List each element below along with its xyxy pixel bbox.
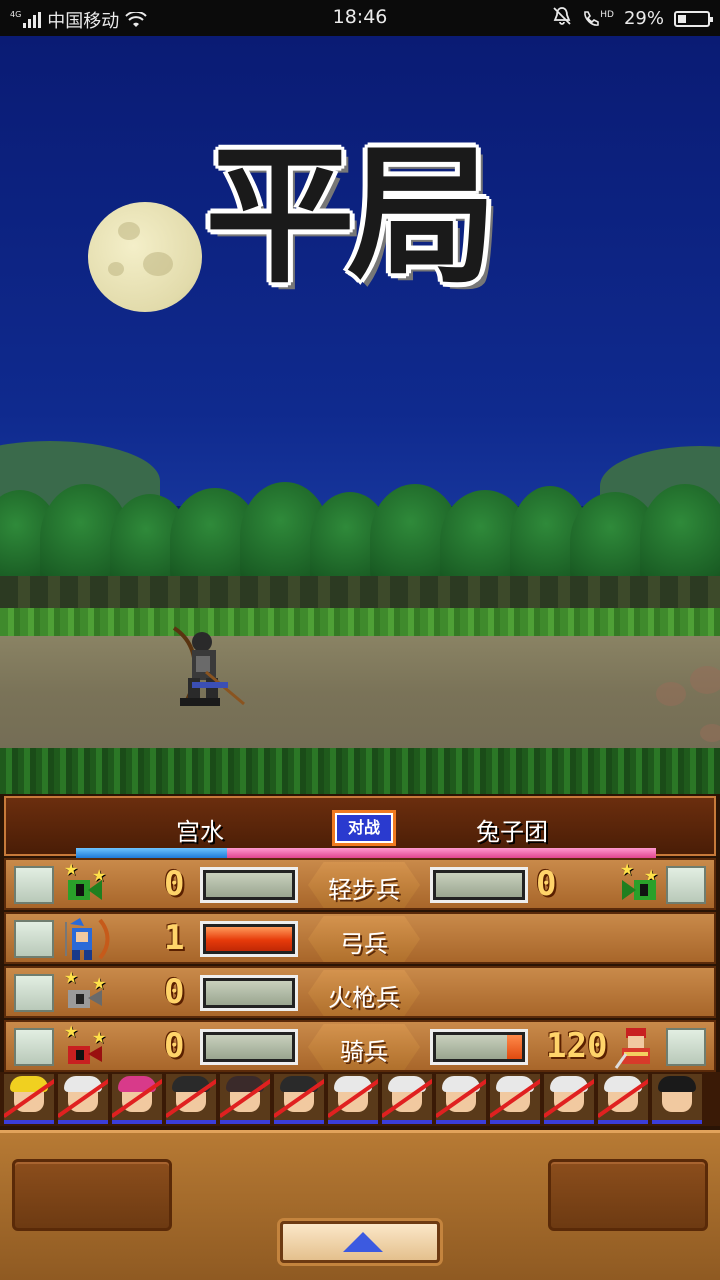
team-right-name: 兔子团 xyxy=(476,818,548,846)
unit-portrait[interactable] xyxy=(58,1074,108,1124)
gauge-fill xyxy=(206,927,292,951)
light-infantry-icon: ★ ★ xyxy=(62,860,110,908)
expand-up-button[interactable] xyxy=(280,1221,440,1263)
unit-slot-left[interactable] xyxy=(14,974,54,1012)
dust-cloud xyxy=(700,724,720,742)
unit-count-left: 0 xyxy=(164,1026,185,1066)
teams-header: 宫水 对战 兔子团 xyxy=(4,796,716,858)
unit-portrait[interactable] xyxy=(490,1074,540,1124)
unit-gauge-left xyxy=(200,921,298,957)
unit-gauge-left xyxy=(200,1029,298,1065)
archer-unit xyxy=(166,622,246,712)
unit-type-label: 骑兵 xyxy=(308,1024,420,1070)
battery-fill xyxy=(678,14,687,23)
unit-slot-left[interactable] xyxy=(14,1028,54,1066)
result-title: 平局 xyxy=(205,128,497,304)
dust-cloud xyxy=(656,682,686,706)
unit-portrait[interactable] xyxy=(112,1074,162,1124)
unit-slot-left[interactable] xyxy=(14,866,54,904)
status-right: HD 29% xyxy=(552,6,713,31)
unit-slot-left[interactable] xyxy=(14,920,54,958)
unit-portrait[interactable] xyxy=(382,1074,432,1124)
unit-count-right: 0 xyxy=(536,864,557,904)
unit-portrait[interactable] xyxy=(220,1074,270,1124)
unit-gauge-right xyxy=(430,1029,528,1065)
unit-portrait[interactable] xyxy=(328,1074,378,1124)
unit-portrait[interactable] xyxy=(274,1074,324,1124)
unit-portrait-strip xyxy=(0,1072,720,1126)
tree-trunks xyxy=(0,576,720,610)
cavalry-icon: ★ ★ xyxy=(62,1022,110,1070)
musketeer-icon: ★ ★ xyxy=(62,968,110,1016)
unit-type-label: 弓兵 xyxy=(308,916,420,962)
archer-icon xyxy=(62,916,110,962)
unit-slot-right[interactable] xyxy=(666,866,706,904)
battery-icon xyxy=(674,10,713,27)
unit-portrait[interactable] xyxy=(598,1074,648,1124)
unit-slot-right[interactable] xyxy=(666,1028,706,1066)
unit-type-label: 火枪兵 xyxy=(308,970,420,1016)
unit-portrait[interactable] xyxy=(436,1074,486,1124)
unit-portrait[interactable] xyxy=(4,1074,54,1124)
grass-far xyxy=(0,608,720,638)
up-triangle-icon xyxy=(343,1232,383,1252)
gauge-fill xyxy=(506,1035,522,1059)
unit-row-musketeer: ★ ★ 0 火枪兵 xyxy=(4,966,716,1018)
battery-percent: 29% xyxy=(623,8,664,29)
left-action-button[interactable] xyxy=(12,1159,172,1231)
unit-portrait[interactable] xyxy=(166,1074,216,1124)
unit-type-label: 轻步兵 xyxy=(308,862,420,908)
unit-count-left: 1 xyxy=(164,918,185,958)
unit-count-left: 0 xyxy=(164,864,185,904)
unit-portrait[interactable] xyxy=(652,1074,702,1124)
hd-label: HD xyxy=(600,9,614,20)
battle-scene: 平局 xyxy=(0,36,720,794)
bottom-controls xyxy=(0,1130,720,1280)
unit-gauge-left xyxy=(200,867,298,903)
unit-portrait[interactable] xyxy=(544,1074,594,1124)
light-infantry-enemy-icon: ★ ★ xyxy=(614,860,662,908)
team-right-strength xyxy=(226,848,656,858)
dust-cloud xyxy=(690,666,720,694)
unit-gauge-right xyxy=(430,867,528,903)
unit-gauge-left xyxy=(200,975,298,1011)
unit-count-right: 120 xyxy=(546,1026,608,1066)
unit-row-light-infantry: ★ ★ 0 轻步兵 0 ★ ★ xyxy=(4,858,716,910)
vs-badge: 对战 xyxy=(332,810,396,846)
team-strength-bar xyxy=(76,848,656,858)
unit-row-cavalry: ★ ★ 0 骑兵 120 xyxy=(4,1020,716,1072)
hd-call-icon: HD xyxy=(582,10,614,28)
mute-icon xyxy=(552,6,572,31)
team-left-name: 宫水 xyxy=(176,818,224,846)
unit-row-archer: 1 弓兵 xyxy=(4,912,716,964)
grass-near xyxy=(0,748,720,794)
dirt-road xyxy=(0,636,720,750)
unit-count-left: 0 xyxy=(164,972,185,1012)
right-action-button[interactable] xyxy=(548,1159,708,1231)
moon xyxy=(88,202,202,312)
team-left-strength xyxy=(76,848,227,858)
enemy-cavalry-general-icon xyxy=(612,1024,660,1070)
vs-label: 对战 xyxy=(337,815,391,841)
status-bar: 4G 中国移动 18:46 HD 29% xyxy=(0,0,720,36)
portrait-hair xyxy=(658,1076,696,1092)
